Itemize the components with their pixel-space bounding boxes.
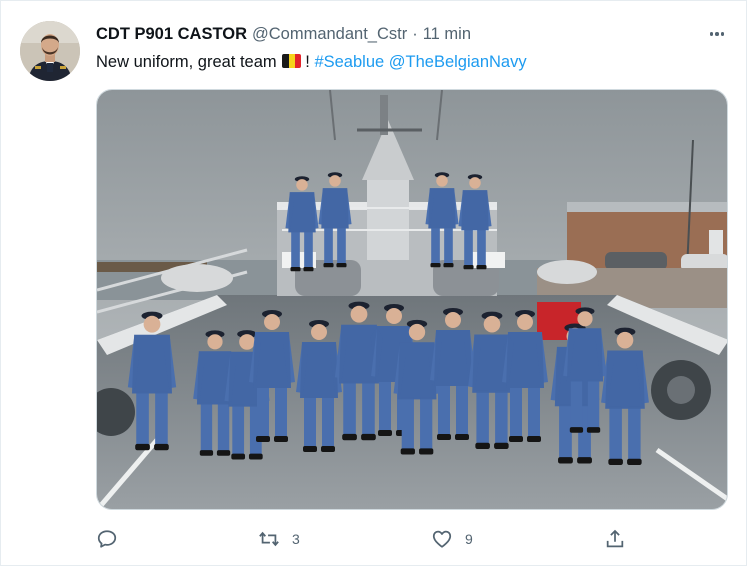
retweet-button[interactable]: 3 xyxy=(258,527,300,551)
tweet-card[interactable]: CDT P901 CASTOR @Commandant_Cstr · 11 mi… xyxy=(0,0,747,566)
tweet-actions: 3 9 xyxy=(96,527,728,551)
more-dot-icon xyxy=(709,32,714,36)
tweet-header: CDT P901 CASTOR @Commandant_Cstr · 11 mi… xyxy=(96,23,471,45)
flag-stripe-red xyxy=(294,54,302,68)
share-icon xyxy=(606,529,624,548)
like-button[interactable]: 9 xyxy=(431,527,473,551)
tweet-text-exclaim: ! xyxy=(305,53,310,71)
heart-icon xyxy=(432,530,452,548)
retweet-count: 3 xyxy=(292,531,300,547)
reply-button[interactable] xyxy=(96,527,118,551)
like-count: 9 xyxy=(465,531,473,547)
user-handle[interactable]: @Commandant_Cstr xyxy=(252,25,407,44)
hashtag-link[interactable]: #Seablue xyxy=(314,53,384,71)
reply-icon xyxy=(97,530,117,548)
mention-link[interactable]: @TheBelgianNavy xyxy=(389,53,527,71)
retweet-icon xyxy=(259,531,279,547)
avatar-photo xyxy=(20,21,80,81)
timestamp[interactable]: 11 min xyxy=(423,25,471,44)
tweet-photo[interactable] xyxy=(96,89,728,510)
more-options-button[interactable] xyxy=(704,23,730,45)
share-button[interactable] xyxy=(604,527,626,551)
tweet-text: New uniform, great team ! #Seablue @TheB… xyxy=(96,51,527,73)
more-dot-icon xyxy=(715,32,719,36)
belgium-flag-icon xyxy=(282,54,302,68)
tweet-text-body: New uniform, great team xyxy=(96,53,277,71)
display-name[interactable]: CDT P901 CASTOR xyxy=(96,25,247,44)
separator-dot: · xyxy=(412,24,418,43)
avatar[interactable] xyxy=(20,21,80,81)
more-dot-icon xyxy=(720,32,725,36)
crew-photo xyxy=(97,90,727,509)
